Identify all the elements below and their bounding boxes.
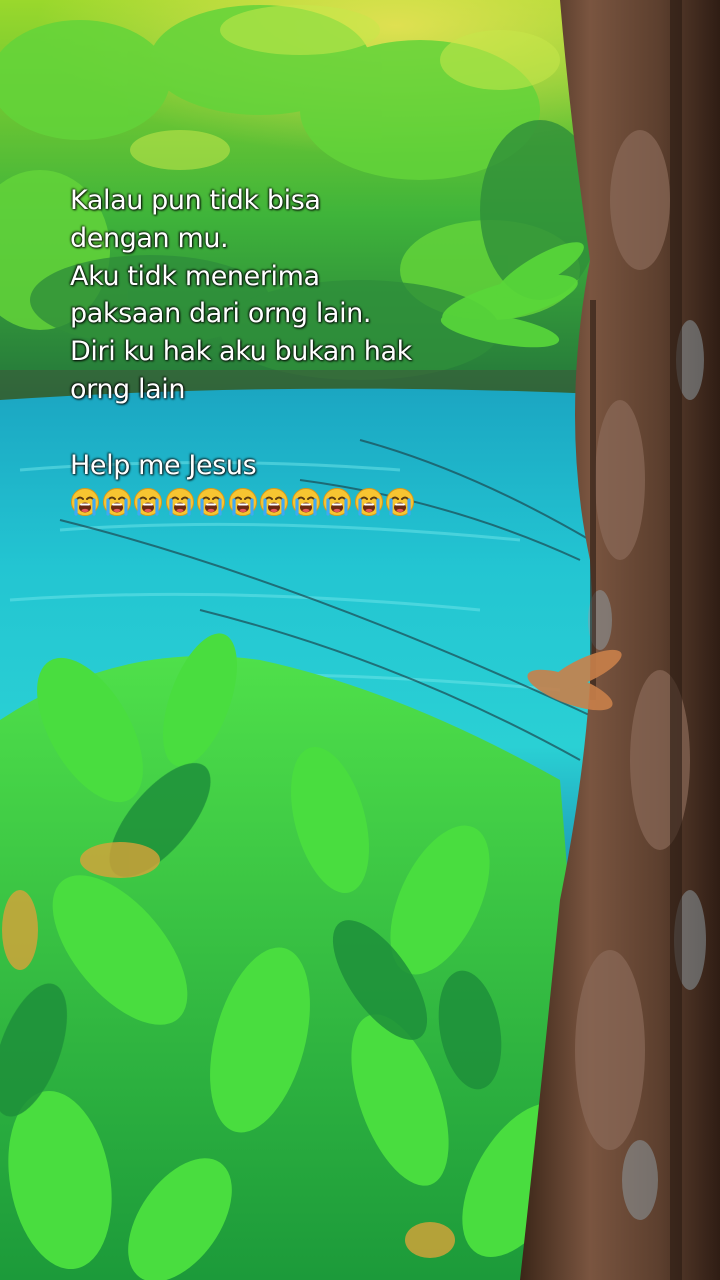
caption-closing: Help me Jesus <box>70 449 257 481</box>
loudly-crying-face-icon <box>70 486 102 518</box>
caption-overlay: Kalau pun tidk bisa dengan mu. Aku tidk … <box>70 182 470 518</box>
loudly-crying-face-icon <box>196 486 228 518</box>
caption-line: Diri ku hak aku bukan hak <box>70 336 412 368</box>
caption-line: paksaan dari orng lain. <box>70 298 372 330</box>
loudly-crying-face-icon <box>102 486 134 518</box>
caption-line: dengan mu. <box>70 222 229 254</box>
loudly-crying-face-icon <box>228 486 260 518</box>
loudly-crying-face-icon <box>291 486 323 518</box>
loudly-crying-face-icon <box>354 486 386 518</box>
loudly-crying-face-icon <box>322 486 354 518</box>
loudly-crying-face-icon <box>133 486 165 518</box>
caption-line: orng lain <box>70 373 186 405</box>
loudly-crying-face-icon <box>259 486 291 518</box>
loudly-crying-face-icon <box>385 486 417 518</box>
caption-line: Kalau pun tidk bisa <box>70 185 321 216</box>
loudly-crying-face-icon <box>165 486 197 518</box>
caption-line: Aku tidk menerima <box>70 260 320 292</box>
emoji-row <box>70 486 470 518</box>
video-frame: Kalau pun tidk bisa dengan mu. Aku tidk … <box>0 0 720 1280</box>
